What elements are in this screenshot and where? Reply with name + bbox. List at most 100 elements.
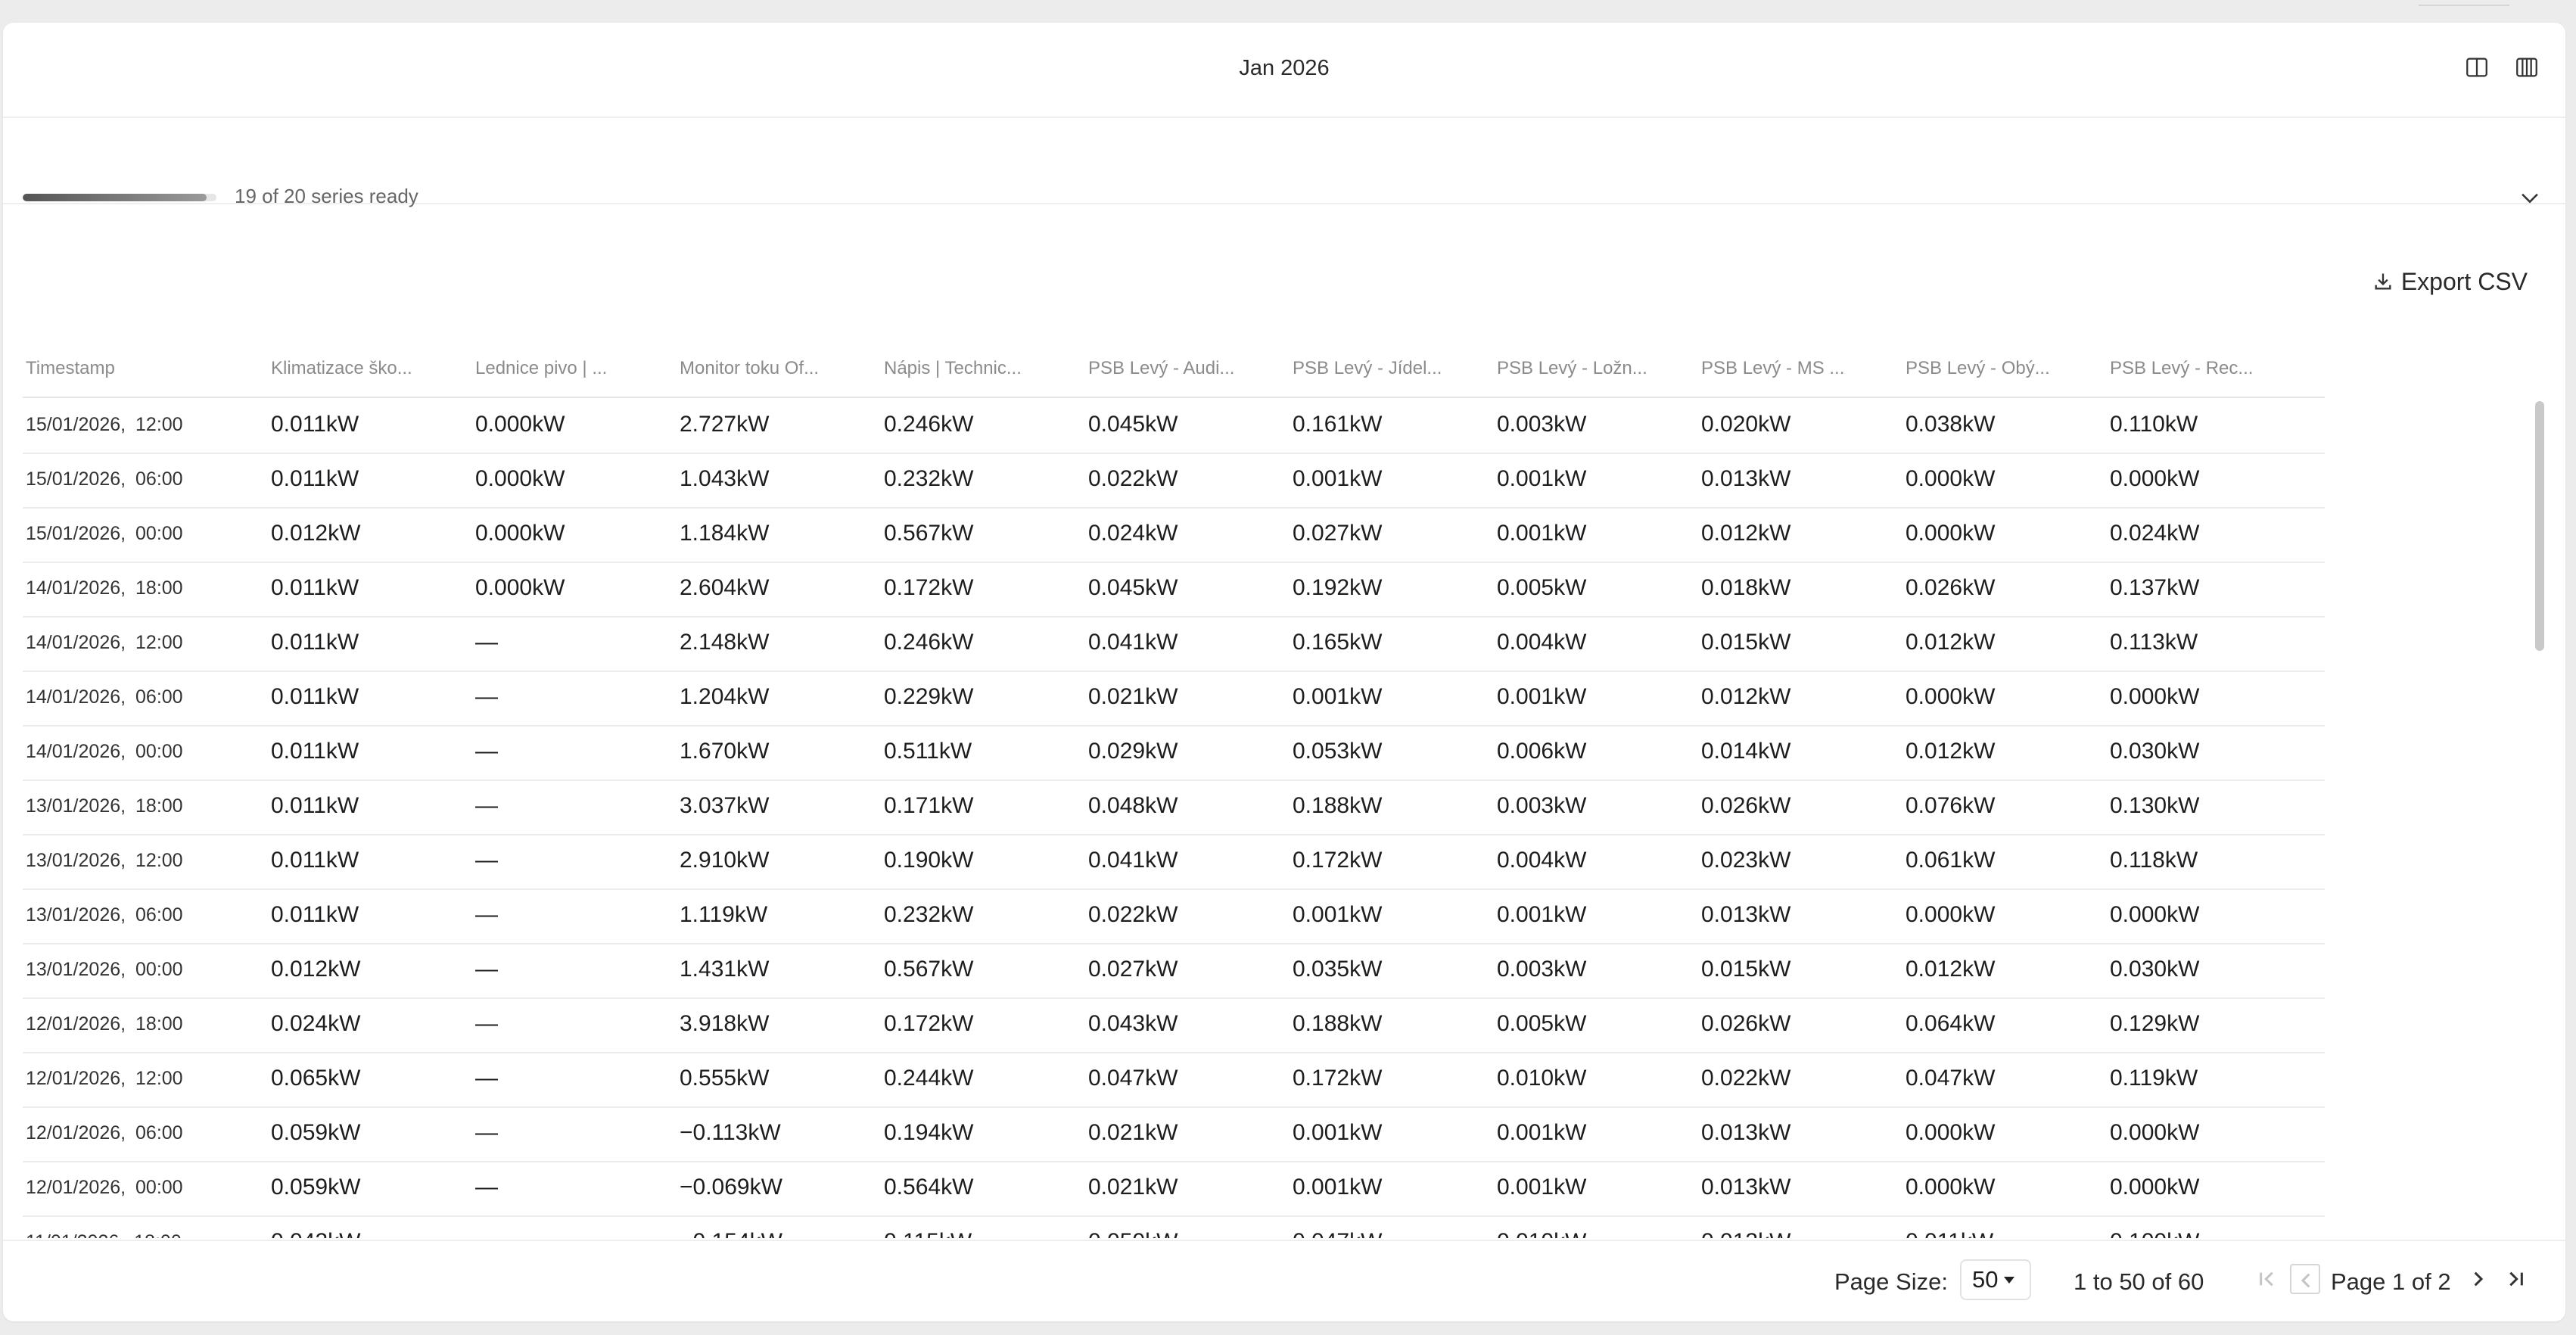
value-cell: 0.012kW: [271, 521, 361, 546]
export-csv-button[interactable]: Export CSV: [2372, 265, 2528, 298]
value-cell: 0.001kW: [1293, 902, 1383, 927]
column-header[interactable]: Timestamp: [23, 341, 226, 397]
value-cell: 0.050kW: [1085, 1215, 1288, 1238]
value-cell: 0.000kW: [1906, 1175, 1996, 1200]
timestamp-cell: 13/01/2026, 18:00: [26, 795, 183, 817]
column-header[interactable]: PSB Levý - Ložn...: [1494, 341, 1697, 397]
series-progress-row: 19 of 20 series ready: [3, 118, 2565, 207]
value-cell: 0.021kW: [1088, 1120, 1178, 1145]
value-cell: 0.119kW: [2110, 1066, 2198, 1091]
value-cell: 0.118kW: [2110, 848, 2198, 873]
value-cell: 0.013kW: [1698, 1215, 1901, 1238]
value-cell: 0.011kW: [1902, 1215, 2105, 1238]
table-row[interactable]: 14/01/2026, 00:00 0.011kW — 1.670kW 0.511kW 0…: [23, 725, 2325, 781]
table-row[interactable]: 15/01/2026, 06:00 0.011kW 0.000kW 1.043kW 0.…: [23, 453, 2325, 509]
top-strip: [0, 0, 2576, 18]
column-header[interactable]: Monitor toku Of...: [677, 341, 879, 397]
value-cell: 0.001kW: [1497, 521, 1587, 546]
page-range-text: 1 to 50 of 60: [2074, 1268, 2204, 1295]
value-cell: 0.001kW: [1497, 1120, 1587, 1145]
scrollbar-thumb[interactable]: [2535, 401, 2544, 651]
table-row[interactable]: 12/01/2026, 00:00 0.059kW — −0.069kW 0.564kW…: [23, 1161, 2325, 1217]
value-cell: 0.011kW: [271, 739, 359, 764]
value-cell: 1.431kW: [680, 957, 770, 982]
value-cell: 0.001kW: [1497, 1175, 1587, 1200]
value-cell: 0.047kW: [1290, 1215, 1492, 1238]
table-row[interactable]: 11/01/2026, 18:00 0.042kW—−0.154kW0.115kW…: [23, 1215, 2325, 1238]
vertical-scrollbar[interactable]: [2529, 401, 2546, 1238]
column-header[interactable]: Nápis | Technic...: [881, 341, 1084, 397]
value-cell: 0.012kW: [1906, 739, 1996, 764]
value-cell: 1.043kW: [680, 466, 770, 491]
table-row[interactable]: 12/01/2026, 06:00 0.059kW — −0.113kW 0.194kW…: [23, 1106, 2325, 1162]
value-cell: 0.190kW: [884, 848, 974, 873]
value-cell: 0.011kW: [271, 466, 359, 491]
value-cell: 0.065kW: [271, 1066, 361, 1091]
value-cell: 0.172kW: [1293, 848, 1383, 873]
series-progress-text: 19 of 20 series ready: [235, 185, 418, 207]
table-row[interactable]: 13/01/2026, 00:00 0.012kW — 1.431kW 0.567kW 0…: [23, 943, 2325, 999]
value-cell: 0.000kW: [1906, 521, 1996, 546]
value-cell: 2.727kW: [680, 412, 770, 437]
value-cell: 0.042kW: [268, 1215, 471, 1238]
value-cell: 0.026kW: [1906, 575, 1996, 600]
table-row[interactable]: 13/01/2026, 18:00 0.011kW — 3.037kW 0.171kW 0…: [23, 780, 2325, 836]
last-page-icon[interactable]: [2500, 1264, 2531, 1294]
chevron-down-icon[interactable]: [2517, 185, 2543, 210]
table-row[interactable]: 14/01/2026, 12:00 0.011kW — 2.148kW 0.246kW 0…: [23, 616, 2325, 672]
value-cell: 0.043kW: [1088, 1011, 1178, 1036]
table-row[interactable]: 15/01/2026, 00:00 0.012kW 0.000kW 1.184kW 0.…: [23, 507, 2325, 563]
value-cell: 0.018kW: [1701, 575, 1791, 600]
value-cell: 0.026kW: [1701, 1011, 1791, 1036]
table-row[interactable]: 13/01/2026, 06:00 0.011kW — 1.119kW 0.232kW 0…: [23, 888, 2325, 944]
page-title: Jan 2026: [1239, 56, 1330, 80]
table-row[interactable]: 12/01/2026, 18:00 0.024kW — 3.918kW 0.172kW 0…: [23, 997, 2325, 1053]
next-page-icon[interactable]: [2462, 1264, 2493, 1294]
column-header[interactable]: PSB Levý - Rec...: [2107, 341, 2310, 397]
value-cell: −0.154kW: [677, 1215, 879, 1238]
table-row[interactable]: 14/01/2026, 06:00 0.011kW — 1.204kW 0.229kW 0…: [23, 671, 2325, 727]
value-cell: 0.000kW: [2110, 902, 2200, 927]
value-cell: 0.012kW: [1906, 957, 1996, 982]
page-indicator: Page 1 of 2: [2331, 1268, 2451, 1295]
first-page-icon[interactable]: [2252, 1264, 2282, 1294]
series-progress-bar: [23, 194, 216, 201]
value-cell: 0.005kW: [1497, 1011, 1587, 1036]
data-grid: Timestamp Klimatizace ško... Lednice pivo …: [23, 341, 2550, 1238]
caret-down-icon: [2004, 1276, 2015, 1284]
value-cell: 0.022kW: [1088, 466, 1178, 491]
table-row[interactable]: 14/01/2026, 18:00 0.011kW 0.000kW 2.604kW 0.…: [23, 562, 2325, 618]
column-header[interactable]: PSB Levý - Audi...: [1085, 341, 1288, 397]
column-header[interactable]: Klimatizace ško...: [268, 341, 471, 397]
value-cell: 0.000kW: [2110, 1175, 2200, 1200]
column-header[interactable]: PSB Levý - Obý...: [1902, 341, 2105, 397]
series-progress-fill: [23, 194, 207, 201]
value-cell: 1.119kW: [680, 902, 768, 927]
table-row[interactable]: 13/01/2026, 12:00 0.011kW — 2.910kW 0.190kW 0…: [23, 834, 2325, 890]
timestamp-cell: 13/01/2026, 12:00: [26, 850, 183, 871]
value-cell: 0.000kW: [475, 521, 565, 546]
table-row[interactable]: 15/01/2026, 12:00 0.011kW 0.000kW 2.727kW 0.…: [23, 398, 2325, 454]
page-size-select[interactable]: 50: [1960, 1259, 2031, 1300]
column-header[interactable]: PSB Levý - MS ...: [1698, 341, 1901, 397]
split-view-icon[interactable]: [2464, 54, 2490, 80]
value-cell: 0.129kW: [2110, 1011, 2200, 1036]
column-header[interactable]: PSB Levý - Jídel...: [1290, 341, 1492, 397]
value-cell: 0.000kW: [475, 466, 565, 491]
grid-header-row: Timestamp Klimatizace ško... Lednice pivo …: [23, 341, 2325, 398]
previous-page-icon[interactable]: [2290, 1264, 2320, 1294]
value-cell: 0.030kW: [2110, 739, 2200, 764]
value-cell: 0.000kW: [1906, 466, 1996, 491]
table-row[interactable]: 12/01/2026, 12:00 0.065kW — 0.555kW 0.244kW 0…: [23, 1052, 2325, 1108]
column-header[interactable]: Lednice pivo | ...: [472, 341, 675, 397]
value-cell: 0.013kW: [1701, 466, 1791, 491]
timestamp-cell: 11/01/2026, 18:00: [23, 1215, 226, 1238]
columns-icon[interactable]: [2514, 54, 2540, 80]
value-cell: 1.184kW: [680, 521, 770, 546]
value-cell: 0.029kW: [1088, 739, 1178, 764]
value-cell: 0.001kW: [1293, 1175, 1383, 1200]
value-cell: 0.005kW: [1497, 575, 1587, 600]
grid-body[interactable]: 15/01/2026, 12:00 0.011kW 0.000kW 2.727kW 0.…: [23, 398, 2325, 1238]
value-cell: 0.115kW: [881, 1215, 1084, 1238]
value-cell: 0.012kW: [271, 957, 361, 982]
